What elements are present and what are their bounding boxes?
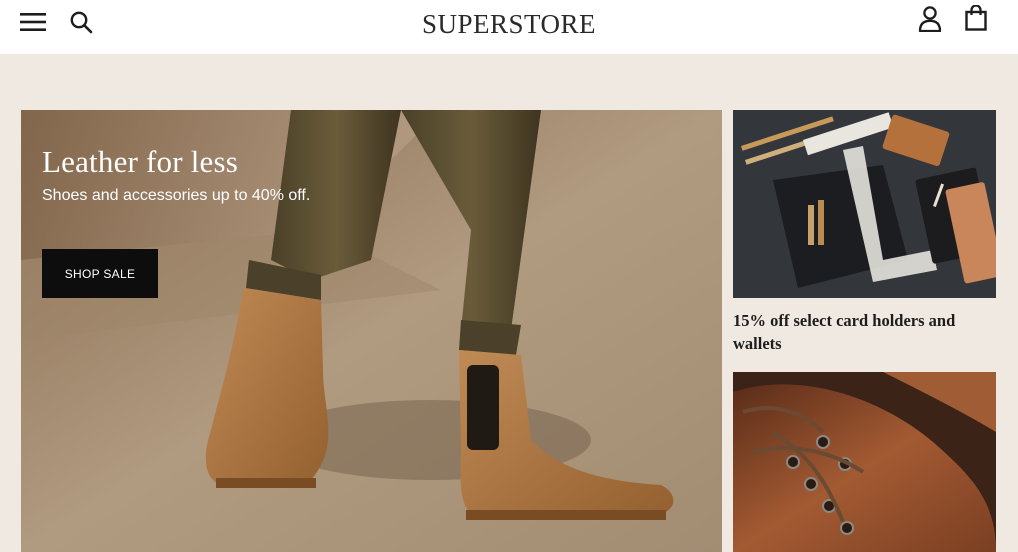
shopping-bag-icon — [965, 3, 987, 36]
search-button[interactable] — [64, 8, 98, 40]
site-logo[interactable]: SUPERSTORE — [380, 7, 638, 41]
cart-button[interactable] — [958, 2, 994, 38]
hero-banner[interactable]: Leather for less Shoes and accessories u… — [21, 110, 722, 552]
site-header: SUPERSTORE — [0, 0, 1018, 54]
promo-boots-image[interactable] — [733, 372, 996, 552]
shop-sale-button[interactable]: SHOP SALE — [42, 249, 158, 298]
hero-subtitle: Shoes and accessories up to 40% off. — [42, 187, 311, 204]
leather-goods-flatlay-image — [733, 110, 996, 298]
hero-title: Leather for less — [42, 144, 238, 179]
user-icon — [918, 5, 942, 37]
hamburger-menu-icon — [20, 12, 46, 37]
account-button[interactable] — [912, 4, 948, 38]
search-icon — [69, 10, 93, 39]
menu-button[interactable] — [16, 10, 50, 38]
promo-caption[interactable]: 15% off select card holders and wallets — [733, 309, 996, 355]
leather-boot-closeup-image — [733, 372, 996, 552]
promo-card-holders-image[interactable] — [733, 110, 996, 298]
